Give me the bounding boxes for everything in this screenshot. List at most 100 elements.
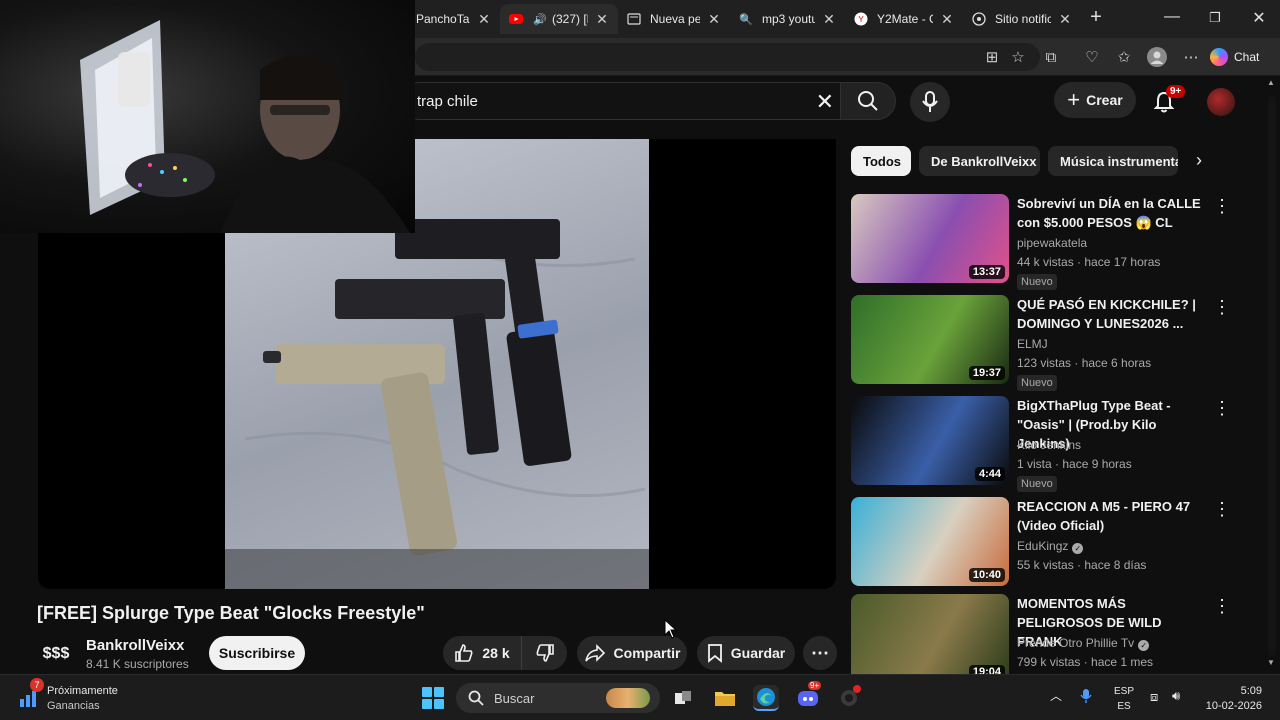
scrollbar-thumb[interactable] — [1268, 96, 1276, 656]
save-label: Guardar — [730, 645, 786, 661]
channel-name[interactable]: BankrollVeixx — [86, 637, 184, 654]
file-explorer-icon[interactable] — [712, 685, 738, 711]
widget-title: Próximamente — [47, 685, 118, 697]
scrollbar[interactable]: ▲ ▼ — [1264, 76, 1280, 672]
channel-avatar[interactable]: $$$ — [38, 636, 74, 672]
recommendation-card[interactable]: 13:37 Sobreviví un DÍA en la CALLE con $5… — [851, 194, 1231, 290]
copilot-chat-button[interactable]: Chat — [1210, 45, 1272, 69]
clear-search-icon[interactable]: ✕ — [816, 89, 834, 115]
taskbar-search-input[interactable]: Buscar — [456, 683, 660, 713]
tab-sitio-notificaciones[interactable]: Sitio notifica ✕ — [963, 4, 1081, 34]
more-vertical-icon[interactable]: ⋮ — [1213, 196, 1231, 217]
recommendation-card[interactable]: 10:40 REACCION A M5 - PIERO 47 (Video Ofi… — [851, 497, 1231, 589]
close-tab-icon[interactable]: ✕ — [1057, 11, 1073, 28]
speaker-icon[interactable]: 🔊 — [532, 11, 548, 27]
close-window-icon[interactable]: ✕ — [1247, 8, 1271, 28]
video-thumbnail[interactable]: 4:44 — [851, 396, 1009, 485]
more-actions-button[interactable]: ⋯ — [803, 636, 837, 670]
site-icon — [971, 11, 987, 27]
recommendation-channel[interactable]: Prende Otro Phillie Tv ✓ — [1017, 636, 1150, 651]
chip-musica-instrumental[interactable]: Música instrumental — [1048, 146, 1178, 176]
tab-youtube-active[interactable]: 🔊 (327) [F ✕ — [500, 4, 618, 34]
app-available-icon[interactable]: ⊞ — [981, 47, 1003, 69]
tab-new-tab[interactable]: Nueva pesta ✕ — [618, 4, 730, 34]
scroll-up-icon[interactable]: ▲ — [1267, 78, 1275, 87]
new-badge: Nuevo — [1017, 476, 1057, 492]
subscribe-button[interactable]: Suscribirse — [209, 636, 305, 670]
new-badge: Nuevo — [1017, 274, 1057, 290]
video-duration: 10:40 — [968, 568, 1005, 582]
discord-badge: 9+ — [808, 681, 822, 690]
like-button[interactable]: 28 k — [443, 636, 521, 670]
video-thumbnail[interactable]: 10:40 — [851, 497, 1009, 586]
youtube-icon — [508, 11, 524, 27]
recommendation-card[interactable]: 4:44 BigXThaPlug Type Beat - "Oasis" | (P… — [851, 396, 1231, 492]
chevron-up-icon[interactable]: ︿ — [1050, 687, 1062, 704]
close-tab-icon[interactable]: ✕ — [476, 11, 492, 28]
save-button[interactable]: Guardar — [697, 636, 795, 670]
more-options-icon[interactable]: ⋯ — [1180, 47, 1202, 69]
video-thumbnail[interactable]: 19:37 — [851, 295, 1009, 384]
scroll-down-icon[interactable]: ▼ — [1267, 658, 1275, 667]
like-count: 28 k — [482, 645, 510, 661]
extensions-icon[interactable]: ⧉ — [1040, 47, 1062, 69]
url-field[interactable] — [415, 43, 1040, 71]
webcam-feed-image — [80, 20, 410, 233]
close-tab-icon[interactable]: ✕ — [821, 11, 837, 28]
chevron-right-icon[interactable]: › — [1196, 150, 1202, 171]
search-input[interactable]: trap chile ✕ — [400, 82, 848, 120]
chip-todos[interactable]: Todos — [851, 146, 911, 176]
recommendation-title[interactable]: Sobreviví un DÍA en la CALLE con $5.000 … — [1017, 194, 1205, 232]
video-thumbnail[interactable]: 13:37 — [851, 194, 1009, 283]
close-tab-icon[interactable]: ✕ — [594, 11, 610, 28]
more-vertical-icon[interactable]: ⋮ — [1213, 596, 1231, 617]
tab-y2mate[interactable]: Y Y2Mate - Co ✕ — [845, 4, 963, 34]
share-button[interactable]: Compartir — [577, 636, 687, 670]
recommendation-channel[interactable]: Kilo Jenkins — [1017, 438, 1081, 452]
close-tab-icon[interactable]: ✕ — [706, 11, 722, 28]
favorites-icon[interactable]: ✩ — [1113, 47, 1135, 69]
more-vertical-icon[interactable]: ⋮ — [1213, 297, 1231, 318]
microphone-tray-icon[interactable] — [1080, 688, 1092, 709]
chip-de-bankrollveixx[interactable]: De BankrollVeixx — [919, 146, 1040, 176]
windows-start-icon[interactable] — [422, 687, 444, 709]
create-button[interactable]: + Crear — [1054, 82, 1136, 118]
more-vertical-icon[interactable]: ⋮ — [1213, 499, 1231, 520]
mouse-cursor-icon — [664, 619, 678, 639]
recommendation-channel[interactable]: EduKingz ✓ — [1017, 539, 1084, 554]
language-indicator[interactable]: ESP ES — [1112, 684, 1136, 714]
voice-search-button[interactable] — [910, 82, 950, 122]
y2mate-icon: Y — [853, 11, 869, 27]
recommendation-card[interactable]: 19:04 MOMENTOS MÁS PELIGROSOS DE WILD FRA… — [851, 594, 1231, 686]
recommendation-title[interactable]: REACCION A M5 - PIERO 47 (Video Oficial) — [1017, 497, 1205, 535]
task-view-icon[interactable] — [670, 685, 696, 711]
subscriber-count: 8.41 K suscriptores — [86, 657, 189, 671]
volume-icon[interactable]: 🔊︎ — [1172, 688, 1180, 704]
channel-name: Kilo Jenkins — [1017, 438, 1082, 452]
chat-label: Chat — [1234, 50, 1260, 64]
new-tab-button[interactable]: + — [1084, 6, 1108, 29]
clock[interactable]: 5:09 10-02-2026 — [1202, 684, 1262, 714]
restore-icon[interactable]: ❐ — [1203, 10, 1227, 26]
network-icon[interactable]: ⧈ — [1150, 689, 1158, 705]
favorite-star-icon[interactable]: ☆ — [1007, 47, 1029, 69]
weather-widget[interactable]: 7 Próximamente Ganancias — [18, 678, 168, 713]
video-thumbnail[interactable]: 19:04 — [851, 594, 1009, 683]
dislike-button[interactable] — [521, 636, 567, 670]
tab-label: Sitio notifica — [995, 12, 1051, 26]
recommendation-channel[interactable]: pipewakatela — [1017, 236, 1087, 250]
tab-mp3-search[interactable]: 🔍 mp3 youtub ✕ — [730, 4, 845, 34]
user-avatar[interactable] — [1207, 88, 1235, 116]
more-vertical-icon[interactable]: ⋮ — [1213, 398, 1231, 419]
edge-browser-icon[interactable] — [753, 685, 779, 711]
tab-panchotacl[interactable]: PanchoTaCL ✕ — [408, 4, 500, 34]
browser-essentials-icon[interactable]: ♡ — [1081, 47, 1103, 69]
recommendation-card[interactable]: 19:37 QUÉ PASÓ EN KICKCHILE? | DOMINGO Y … — [851, 295, 1231, 391]
search-icon: 🔍 — [739, 13, 753, 26]
minimize-icon[interactable]: — — [1160, 8, 1184, 26]
close-tab-icon[interactable]: ✕ — [939, 11, 955, 28]
recommendation-channel[interactable]: ELMJ — [1017, 337, 1048, 351]
profile-icon[interactable] — [1146, 47, 1168, 69]
recommendation-title[interactable]: QUÉ PASÓ EN KICKCHILE? | DOMINGO Y LUNES… — [1017, 295, 1205, 333]
search-button[interactable] — [840, 82, 896, 120]
